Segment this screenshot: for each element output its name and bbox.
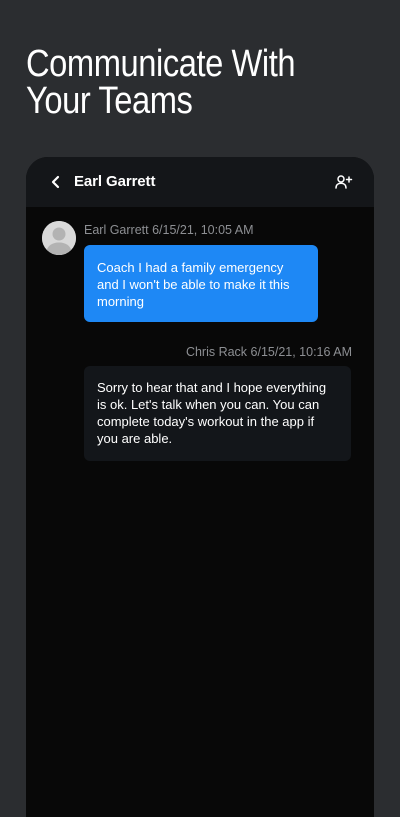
- headline-line-2: Your Teams: [26, 80, 193, 122]
- incoming-message-bubble[interactable]: Coach I had a family emergency and I won…: [84, 245, 318, 322]
- headline-line-1: Communicate With: [26, 43, 296, 85]
- person-add-icon: [335, 175, 353, 189]
- add-person-button[interactable]: [334, 172, 354, 192]
- contact-name: Earl Garrett: [74, 173, 156, 190]
- chevron-left-icon: [51, 175, 60, 189]
- headline: Communicate With Your Teams: [26, 43, 296, 122]
- chat-header: Earl Garrett: [26, 157, 374, 207]
- outgoing-message-bubble[interactable]: Sorry to hear that and I hope everything…: [84, 366, 351, 461]
- avatar[interactable]: [42, 221, 76, 255]
- avatar-placeholder-icon: [42, 221, 76, 255]
- back-button[interactable]: [46, 172, 66, 192]
- message-meta: Earl Garrett 6/15/21, 10:05 AM: [84, 223, 254, 237]
- chat-screen: Earl Garrett Earl Garrett 6/15/21, 10:05…: [26, 157, 374, 817]
- message-meta: Chris Rack 6/15/21, 10:16 AM: [185, 345, 352, 359]
